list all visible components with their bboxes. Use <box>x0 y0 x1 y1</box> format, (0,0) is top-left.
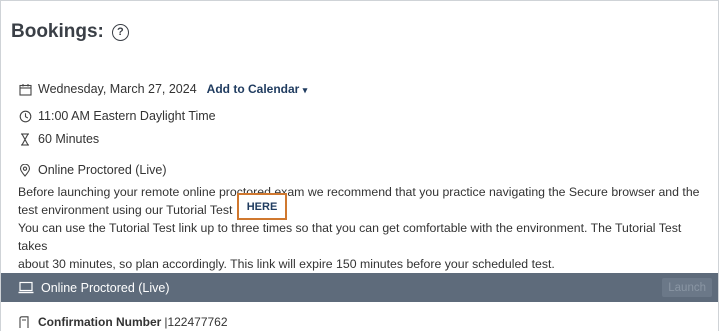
booking-date-row: Wednesday, March 27, 2024 Add to Calenda… <box>18 82 307 96</box>
confirmation-row: Confirmation Number |122477762 <box>18 315 228 329</box>
question-circle-icon[interactable]: ? <box>111 23 129 41</box>
booking-mode: Online Proctored (Live) <box>38 163 167 177</box>
description-line: Before launching your remote online proc… <box>18 185 700 199</box>
add-to-calendar-label: Add to Calendar <box>206 82 300 96</box>
confirmation-label: Confirmation Number <box>38 315 162 329</box>
booking-time-row: 11:00 AM Eastern Daylight Time <box>18 109 216 123</box>
add-to-calendar-button[interactable]: Add to Calendar ▾ <box>207 82 308 96</box>
booking-date: Wednesday, March 27, 2024 <box>38 82 197 96</box>
page-title: Bookings: <box>11 21 104 42</box>
description-line: about 30 minutes, so plan accordingly. T… <box>18 257 555 271</box>
tutorial-description: Before launching your remote online proc… <box>18 183 713 273</box>
hourglass-icon <box>18 132 32 146</box>
description-line: You can use the Tutorial Test link up to… <box>18 221 682 253</box>
calendar-icon <box>18 82 32 96</box>
booking-mode-row: Online Proctored (Live) <box>18 163 167 177</box>
chevron-down-icon: ▾ <box>302 85 308 95</box>
booking-duration-row: 60 Minutes <box>18 132 99 146</box>
title-row: Bookings: ? <box>11 19 129 45</box>
bookings-panel: Bookings: ? Wednesday, March 27, 2024 Ad… <box>0 0 719 331</box>
receipt-icon <box>18 315 32 329</box>
booking-duration: 60 Minutes <box>38 132 100 146</box>
clock-icon <box>18 109 32 123</box>
online-proctored-label: Online Proctored (Live) <box>41 280 170 295</box>
launch-button[interactable]: Launch <box>662 278 712 297</box>
booking-time: 11:00 AM Eastern Daylight Time <box>38 109 216 123</box>
online-proctored-bar: Online Proctored (Live) Launch <box>1 273 718 302</box>
confirmation-number: |122477762 <box>164 315 228 329</box>
location-pin-icon <box>18 163 32 177</box>
laptop-icon <box>18 281 34 295</box>
description-line: test environment using our Tutorial Test <box>18 203 233 217</box>
tutorial-test-here-button[interactable]: HERE <box>237 193 287 220</box>
